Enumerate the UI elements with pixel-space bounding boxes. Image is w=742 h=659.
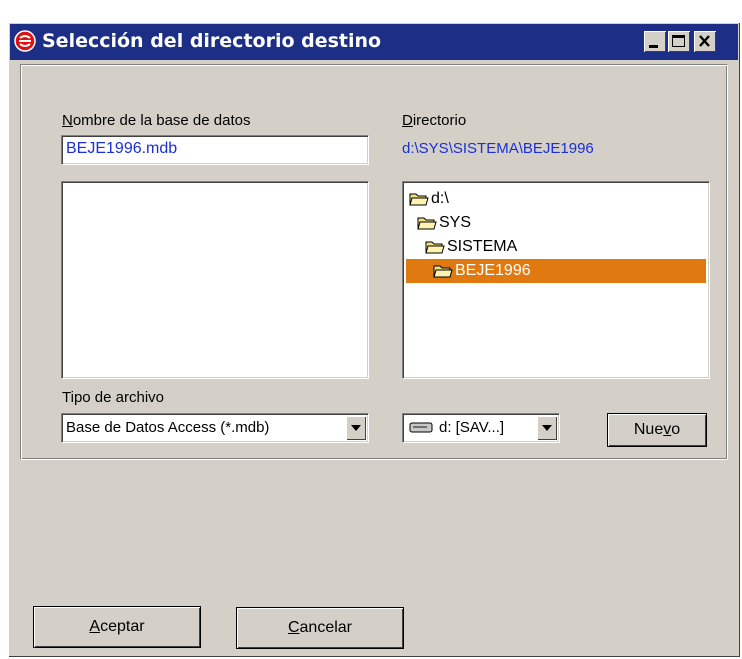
title-bar[interactable]: Selección del directorio destino [10,24,738,60]
tree-item-sistema[interactable]: SISTEMA [425,235,517,259]
file-type-dropdown-button[interactable] [346,416,366,440]
tree-item-sistema-label: SISTEMA [447,238,518,255]
file-type-label: Tipo de archivo [62,389,164,406]
open-folder-icon [409,193,429,206]
db-name-label-mnemonic: N [62,112,73,129]
close-icon [699,35,710,47]
new-folder-button[interactable]: Nuevo [607,413,707,447]
close-button[interactable] [694,31,716,52]
db-name-label: Nombre de la base de datos [62,112,250,129]
maximize-icon [672,35,685,47]
tree-item-sys[interactable]: SYS [417,211,471,235]
cancel-button-label: Cancelar [287,619,353,636]
dropdown-arrow-icon [351,425,361,431]
file-type-value: Base de Datos Access (*.mdb) [66,419,270,436]
maximize-button[interactable] [668,31,690,52]
accept-button-label: Aceptar [89,618,145,635]
directory-label-text: irectorio [412,112,467,129]
directory-label-mnemonic: D [402,112,413,129]
cancel-button[interactable]: Cancelar [236,607,404,649]
tree-item-beje1996-label: BEJE1996 [455,262,531,279]
tree-item-drive[interactable]: d:\ [409,187,449,211]
app-logo-icon [14,30,36,52]
directory-label: Directorio [402,112,466,129]
open-folder-icon [417,217,437,230]
drive-icon [409,422,433,433]
open-folder-icon [425,241,445,254]
selection-panel: Nombre de la base de datos BEJE1996.mdb … [20,64,728,460]
minimize-icon [649,45,658,48]
db-name-value: BEJE1996.mdb [66,140,178,157]
file-type-select[interactable]: Base de Datos Access (*.mdb) [61,413,369,443]
open-folder-icon [433,265,453,278]
db-name-input[interactable]: BEJE1996.mdb [61,135,369,165]
directory-path: d:\SYS\SISTEMA\BEJE1996 [402,140,594,157]
dropdown-arrow-icon [542,425,552,431]
directory-tree[interactable]: d:\ SYS SISTEMA BEJE1996 [402,181,710,379]
accept-button[interactable]: Aceptar [34,607,200,647]
db-name-label-text: ombre de la base de datos [72,112,251,129]
drive-value: d: [SAV...] [439,419,505,436]
drive-select[interactable]: d: [SAV...] [402,413,560,443]
tree-item-drive-label: d:\ [431,190,449,207]
tree-item-beje1996[interactable]: BEJE1996 [406,259,706,283]
minimize-button[interactable] [644,31,666,52]
window-title: Selección del directorio destino [42,30,382,52]
file-list[interactable] [61,181,369,379]
tree-item-sys-label: SYS [439,214,472,231]
dialog-window: Selección del directorio destino Nombre … [8,22,740,657]
drive-dropdown-button[interactable] [537,416,557,440]
new-folder-button-label: Nuevo [633,421,681,438]
